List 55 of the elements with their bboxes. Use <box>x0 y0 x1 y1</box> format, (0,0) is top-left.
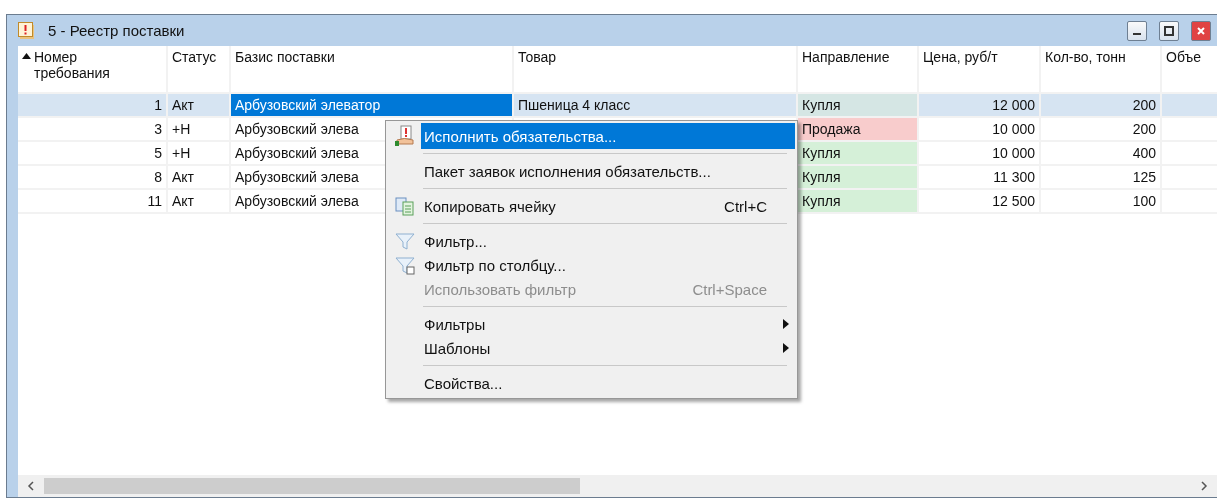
copy-icon <box>394 196 415 216</box>
table-cell: +Н <box>168 118 231 140</box>
column-header[interactable]: Кол-во, тонн <box>1041 46 1162 92</box>
column-header[interactable]: Объе <box>1162 46 1217 92</box>
column-header[interactable]: Номер требования <box>18 46 168 92</box>
column-header[interactable]: Товар <box>514 46 798 92</box>
table-cell: 10 000 <box>919 142 1041 164</box>
table-cell: 200 <box>1041 118 1162 140</box>
horizontal-scrollbar[interactable] <box>18 475 1217 497</box>
table-cell: 100 <box>1041 190 1162 212</box>
table-cell: 11 300 <box>919 166 1041 188</box>
column-header[interactable]: Статус <box>168 46 231 92</box>
close-button[interactable] <box>1191 20 1211 41</box>
document-warning-icon <box>18 21 36 40</box>
table-cell: Купля <box>798 142 919 164</box>
table-cell: 12 500 <box>919 190 1041 212</box>
menu-item[interactable]: Шаблоны <box>421 335 795 361</box>
hand-document-icon <box>393 125 416 147</box>
filter-icon <box>394 231 415 251</box>
maximize-button[interactable] <box>1159 20 1179 41</box>
minimize-button[interactable] <box>1127 20 1147 41</box>
table-cell: Купля <box>798 190 919 212</box>
minimize-icon <box>1133 32 1141 35</box>
table-cell: Купля <box>798 94 919 116</box>
column-header[interactable]: Базис поставки <box>231 46 514 92</box>
column-filter-icon <box>394 255 415 275</box>
table-cell: 12 000 <box>919 94 1041 116</box>
table-cell: Акт <box>168 190 231 212</box>
menu-item[interactable]: Фильтр... <box>421 228 795 254</box>
menu-item[interactable]: Фильтры <box>421 311 795 337</box>
table-cell: Купля <box>798 166 919 188</box>
table-cell: Арбузовский элеватор <box>231 94 514 116</box>
maximize-icon <box>1164 25 1174 36</box>
table-cell: 8 <box>18 166 168 188</box>
menu-item[interactable]: Фильтр по столбцу... <box>421 252 795 278</box>
column-header[interactable]: Цена, руб/т <box>919 46 1041 92</box>
table-cell: 5 <box>18 142 168 164</box>
column-header[interactable]: Направление <box>798 46 919 92</box>
table-cell: 3 <box>18 118 168 140</box>
table-cell: +Н <box>168 142 231 164</box>
table-cell: 400 <box>1041 142 1162 164</box>
menu-item[interactable]: Исполнить обязательства... <box>421 123 795 149</box>
table-cell: 200 <box>1041 94 1162 116</box>
table-cell: 125 <box>1041 166 1162 188</box>
close-icon <box>1196 25 1206 36</box>
table-cell: Акт <box>168 166 231 188</box>
table-row[interactable]: 1 Акт Арбузовский элеватор Пшеница 4 класс Купля 12 000 200 <box>18 94 1217 118</box>
window-title: 5 - Реестр поставки <box>48 22 186 39</box>
scrollbar-thumb[interactable] <box>44 478 580 494</box>
table-cell: Продажа <box>798 118 919 140</box>
sort-ascending-icon <box>22 53 31 59</box>
menu-item[interactable]: Свойства... <box>421 370 795 396</box>
table-cell: 11 <box>18 190 168 212</box>
table-cell: 10 000 <box>919 118 1041 140</box>
table-cell: 1 <box>18 94 168 116</box>
